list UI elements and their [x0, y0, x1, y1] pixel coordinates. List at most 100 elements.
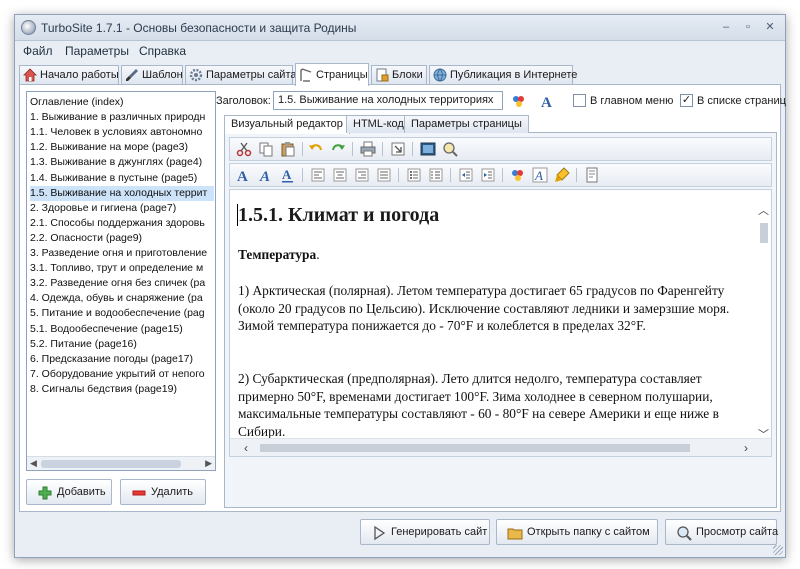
insert-link-icon[interactable]	[390, 141, 406, 157]
tab-template[interactable]: Шаблон	[121, 65, 183, 85]
tree-item[interactable]: 1.3. Выживание в джунглях (page4)	[30, 155, 214, 170]
window-title: TurboSite 1.7.1 - Основы безопасности и …	[41, 21, 357, 35]
scroll-left-icon[interactable]: ◀	[30, 458, 37, 469]
tab-pages-label: Страницы	[316, 69, 368, 81]
tab-visual-editor[interactable]: Визуальный редактор	[224, 115, 350, 134]
tree-item[interactable]: 2.2. Опасности (page9)	[30, 231, 214, 246]
print-icon[interactable]	[360, 141, 376, 157]
pages-list-checkbox[interactable]: ✓	[680, 94, 693, 107]
maximize-button[interactable]: ▫	[741, 20, 755, 34]
redo-icon[interactable]	[330, 141, 346, 157]
toolbar-separator	[302, 142, 303, 156]
document-vertical-scrollbar[interactable]: ︿ ﹀	[755, 190, 771, 441]
paste-icon[interactable]	[280, 141, 296, 157]
scroll-left-icon[interactable]: ‹	[244, 441, 248, 455]
numbered-list-icon[interactable]	[428, 167, 444, 183]
tree-item[interactable]: 5. Питание и водообеспечение (pag	[30, 306, 214, 321]
bulleted-list-icon[interactable]	[406, 167, 422, 183]
tree-item[interactable]: 3.1. Топливо, трут и определение м	[30, 261, 214, 276]
editor-toolbar-1	[229, 137, 772, 161]
underline-icon[interactable]: A	[280, 167, 296, 183]
main-menu-checkbox[interactable]	[573, 94, 586, 107]
insert-image-icon[interactable]	[420, 141, 436, 157]
title-font-icon[interactable]: A	[539, 93, 555, 109]
document-heading: 1.5.1. Климат и погода	[238, 204, 440, 226]
text-color-icon[interactable]	[510, 167, 526, 183]
menu-parameters[interactable]: Параметры	[65, 44, 129, 58]
align-center-icon[interactable]	[332, 167, 348, 183]
tree-item[interactable]: 1.2. Выживание на море (page3)	[30, 140, 214, 155]
tree-item[interactable]: 2. Здоровье и гигиена (page7)	[30, 201, 214, 216]
highlight-icon[interactable]	[554, 167, 570, 183]
tree-item[interactable]: 3.2. Разведение огня без спичек (pa	[30, 276, 214, 291]
outdent-icon[interactable]	[458, 167, 474, 183]
tree-item[interactable]: Оглавление (index)	[30, 95, 214, 110]
main-window: TurboSite 1.7.1 - Основы безопасности и …	[14, 14, 786, 558]
tree-item[interactable]: 3. Разведение огня и приготовление	[30, 246, 214, 261]
indent-icon[interactable]	[480, 167, 496, 183]
pages-icon	[300, 68, 312, 82]
menu-file[interactable]: Файл	[23, 44, 53, 58]
italic-icon[interactable]: A	[258, 167, 274, 183]
remove-page-button[interactable]: Удалить	[120, 479, 206, 505]
scroll-right-icon[interactable]: ›	[744, 441, 748, 455]
generate-site-button[interactable]: Генерировать сайт	[360, 519, 490, 545]
folder-icon	[507, 528, 523, 540]
horizontal-scroll-thumb[interactable]	[260, 444, 690, 452]
tree-item[interactable]: 6. Предсказание погоды (page17)	[30, 352, 214, 367]
tree-item[interactable]: 1.4. Выживание в пустыне (page5)	[30, 171, 214, 186]
visual-editor-document[interactable]: 1.5.1. Климат и погода Температура. 1) А…	[229, 189, 772, 457]
tab-blocks[interactable]: Блоки	[371, 65, 427, 85]
tab-pages[interactable]: Страницы	[295, 63, 369, 86]
add-page-button[interactable]: Добавить	[26, 479, 112, 505]
magnifier-icon	[677, 526, 692, 541]
tree-item[interactable]: 1. Выживание в различных природн	[30, 110, 214, 125]
preview-site-button[interactable]: Просмотр сайта	[665, 519, 778, 545]
tree-item[interactable]: 4. Одежда, обувь и снаряжение (pa	[30, 291, 214, 306]
tab-site-settings[interactable]: Параметры сайта	[185, 65, 297, 85]
title-color-icon[interactable]	[511, 93, 527, 109]
scroll-right-icon[interactable]: ▶	[205, 458, 212, 469]
editor-toolbar-2: A A A A	[229, 163, 772, 187]
editor-pane: Визуальный редактор HTML-код Параметры с…	[224, 115, 777, 508]
tree-item[interactable]: 1.1. Человек в условиях автономно	[30, 125, 214, 140]
tab-html-code[interactable]: HTML-код	[346, 115, 411, 133]
tree-item[interactable]: 2.1. Способы поддержания здоровь	[30, 216, 214, 231]
globe-icon	[433, 68, 447, 82]
tree-item[interactable]: 8. Сигналы бедствия (page19)	[30, 382, 214, 397]
title-field-label: Заголовок:	[216, 95, 271, 107]
zoom-icon[interactable]	[442, 141, 458, 157]
page-title-input[interactable]: 1.5. Выживание на холодных территориях	[273, 91, 503, 110]
menu-help[interactable]: Справка	[139, 44, 186, 58]
vertical-scroll-thumb[interactable]	[760, 223, 768, 243]
align-right-icon[interactable]	[354, 167, 370, 183]
tab-page-parameters[interactable]: Параметры страницы	[404, 115, 529, 133]
clear-format-icon[interactable]	[584, 167, 600, 183]
document-horizontal-scrollbar[interactable]: ‹ ›	[230, 438, 771, 456]
tree-item[interactable]: 7. Оборудование укрытий от непого	[30, 367, 214, 382]
cut-icon[interactable]	[236, 141, 252, 157]
scroll-up-icon[interactable]: ︿	[758, 202, 769, 218]
minimize-button[interactable]: ‒	[719, 20, 733, 34]
tree-item[interactable]: 5.2. Питание (page16)	[30, 337, 214, 352]
tree-item[interactable]: 5.1. Водообеспечение (page15)	[30, 322, 214, 337]
align-justify-icon[interactable]	[376, 167, 392, 183]
align-left-icon[interactable]	[310, 167, 326, 183]
menu-bar: Файл Параметры Справка	[15, 41, 785, 61]
tab-start[interactable]: Начало работы	[19, 65, 119, 85]
tab-start-label: Начало работы	[40, 69, 119, 81]
tree-horizontal-scrollbar[interactable]: ◀ ▶	[27, 456, 215, 470]
tab-publish-label: Публикация в Интернете	[450, 69, 578, 81]
open-site-folder-button[interactable]: Открыть папку с сайтом	[496, 519, 658, 545]
tab-publish[interactable]: Публикация в Интернете	[429, 65, 577, 85]
copy-icon[interactable]	[258, 141, 274, 157]
tree-item[interactable]: 1.5. Выживание на холодных террит	[30, 185, 214, 201]
bold-icon[interactable]: A	[236, 167, 252, 183]
close-button[interactable]: ✕	[763, 20, 777, 34]
font-icon[interactable]: A	[532, 167, 548, 183]
resize-grip[interactable]	[773, 545, 783, 555]
scroll-thumb[interactable]	[41, 460, 181, 468]
toolbar-separator	[450, 168, 451, 182]
pages-tree[interactable]: Оглавление (index) 1. Выживание в различн…	[26, 91, 216, 471]
undo-icon[interactable]	[308, 141, 324, 157]
